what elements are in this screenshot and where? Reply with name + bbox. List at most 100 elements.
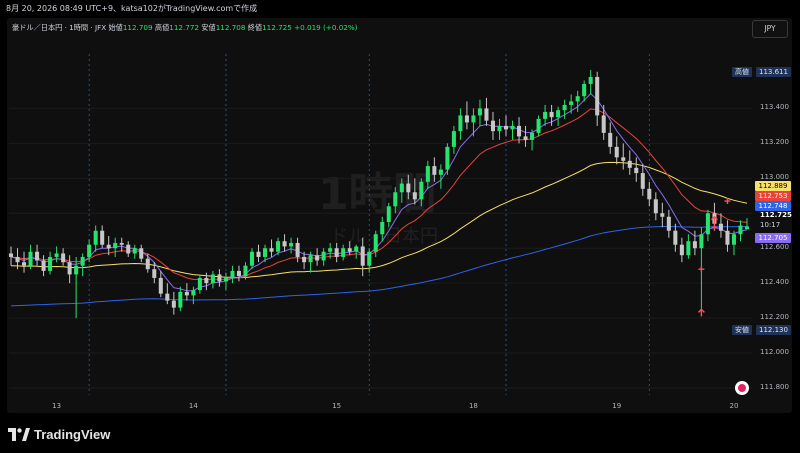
candle-body xyxy=(204,277,209,284)
legend-change: +0.019 (+0.02%) xyxy=(294,23,358,32)
ema-price-tag: 112.748 xyxy=(755,201,791,211)
price-chart[interactable]: 13 14 15 18 19 20 xyxy=(0,0,800,413)
candle-body xyxy=(471,115,476,123)
candle-body xyxy=(191,290,196,296)
candle-body xyxy=(158,277,163,294)
candle-body xyxy=(334,248,339,257)
candle-body xyxy=(679,244,684,256)
currency-button[interactable]: JPY xyxy=(752,20,788,38)
legend-close-label: 終値 xyxy=(247,23,263,32)
price-tick-label: 112.600 xyxy=(760,243,789,252)
candle-body xyxy=(178,291,183,308)
bar-countdown: 10:17 xyxy=(760,221,781,229)
price-tick-label: 112.000 xyxy=(760,348,789,357)
candle-body xyxy=(699,234,704,249)
candle-body xyxy=(640,173,645,189)
price-tick-label: 111.800 xyxy=(760,383,789,391)
candle-body xyxy=(276,241,281,252)
candle-body xyxy=(393,192,398,207)
signal-cross-marker xyxy=(698,266,705,273)
legend-low: 112.708 xyxy=(215,23,246,32)
candle-body xyxy=(28,251,33,266)
candle-body xyxy=(634,167,639,174)
candle-body xyxy=(354,246,359,252)
candle-body xyxy=(477,108,482,116)
candle-body xyxy=(249,251,255,266)
candle-body xyxy=(380,222,385,235)
candle-body xyxy=(562,104,567,111)
candle-body xyxy=(184,291,189,296)
candle-body xyxy=(139,248,144,259)
candle-body xyxy=(666,216,671,231)
candle-body xyxy=(608,132,613,147)
candle-body xyxy=(660,213,665,217)
candle-body xyxy=(321,251,326,261)
candle-body xyxy=(15,256,20,263)
candle-body xyxy=(595,76,600,116)
candle-body xyxy=(315,255,320,261)
candle-body xyxy=(243,265,248,277)
candle-body xyxy=(536,118,541,133)
candle-body xyxy=(22,262,27,266)
candle-body xyxy=(132,248,137,254)
target-icon[interactable] xyxy=(735,381,749,395)
candle-body xyxy=(445,146,450,170)
candle-body xyxy=(217,274,222,282)
candle-body xyxy=(549,111,554,118)
legend-high: 112.772 xyxy=(169,23,199,32)
time-axis-label: 14 xyxy=(189,402,198,410)
time-axis-label: 13 xyxy=(52,402,61,410)
candle-body xyxy=(530,132,535,140)
candle-body xyxy=(451,131,456,147)
candle-body xyxy=(152,269,157,278)
ohlc-legend: 豪ドル／日本円 · 1時間 · JFX 始値112.709 高値112.772 … xyxy=(12,23,358,33)
candle-body xyxy=(210,274,215,284)
candle-body xyxy=(289,242,294,247)
candle-body xyxy=(432,166,437,175)
candle-body xyxy=(510,125,515,130)
candle-body xyxy=(262,248,268,257)
candle-body xyxy=(54,253,59,257)
low-label: 安値 xyxy=(732,325,752,336)
high-value-tag: 113.611 xyxy=(756,66,791,77)
high-label: 高値 xyxy=(732,66,752,77)
candle-body xyxy=(126,244,131,254)
ema-price-tag: 112.889 xyxy=(755,181,791,191)
candle-body xyxy=(119,242,124,245)
candle-body xyxy=(692,241,697,249)
candle-body xyxy=(386,206,391,223)
candle-body xyxy=(360,246,365,266)
candle-body xyxy=(744,226,750,230)
candle-body xyxy=(523,136,528,140)
candle-body xyxy=(464,115,469,123)
tradingview-logo[interactable]: TradingView xyxy=(8,426,110,442)
price-tick-label: 112.200 xyxy=(760,313,789,322)
candle-body xyxy=(100,230,105,245)
candle-body xyxy=(256,251,261,257)
candle-body xyxy=(145,258,150,270)
candle-body xyxy=(731,234,736,245)
candle-body xyxy=(93,230,98,245)
candle-body xyxy=(8,253,14,257)
candle-body xyxy=(458,115,463,132)
candle-body xyxy=(48,256,53,271)
candle-body xyxy=(556,110,561,118)
candle-body xyxy=(575,96,580,102)
time-axis-label: 15 xyxy=(332,402,341,410)
ema-mid-line xyxy=(10,108,748,281)
candle-body xyxy=(223,277,228,282)
buy-arrow-marker xyxy=(697,308,705,317)
candle-body xyxy=(171,300,176,308)
candle-body xyxy=(295,242,300,257)
price-tick-label: 112.400 xyxy=(760,278,789,287)
candle-body xyxy=(497,125,502,132)
candle-body xyxy=(686,241,691,256)
candle-body xyxy=(627,160,632,168)
candle-body xyxy=(582,83,587,97)
legend-open-label: 始値 xyxy=(108,23,123,32)
candle-body xyxy=(106,244,111,249)
candle-body xyxy=(438,169,443,175)
candle-body xyxy=(41,260,46,271)
candle-body xyxy=(282,241,287,247)
candle-body xyxy=(87,244,92,257)
